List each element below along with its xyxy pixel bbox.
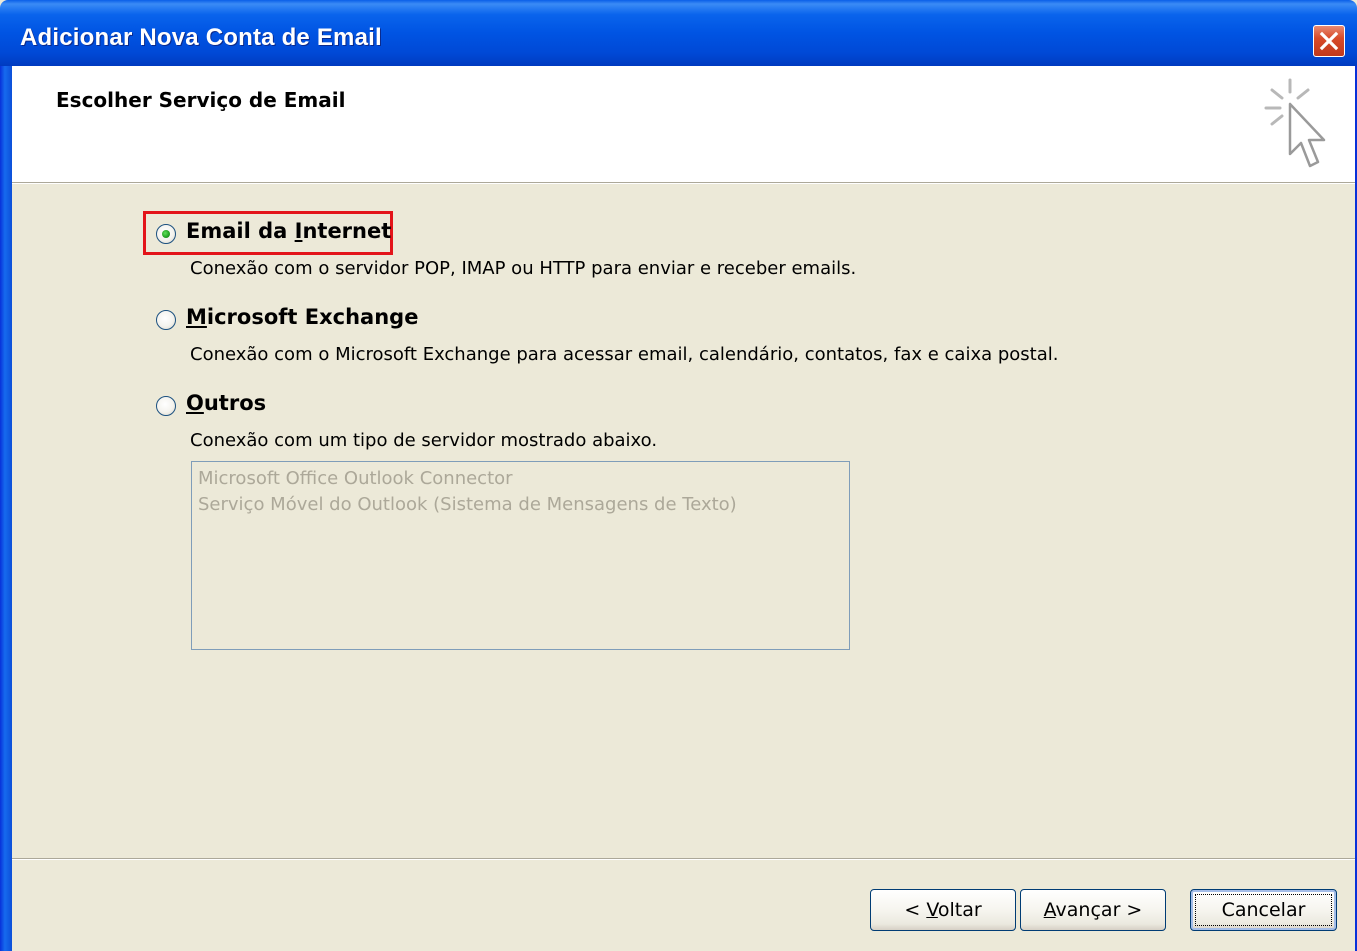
option-label[interactable]: Outros	[186, 391, 266, 415]
close-icon	[1319, 31, 1339, 51]
page-subtitle: Escolher Serviço de Email	[56, 88, 346, 112]
next-button[interactable]: Avançar >	[1020, 889, 1166, 931]
option-internet-email[interactable]: Email da Internet	[156, 219, 396, 250]
option-others[interactable]: Outros	[156, 391, 276, 422]
option-description: Conexão com o servidor POP, IMAP ou HTTP…	[190, 258, 857, 279]
radio-microsoft-exchange[interactable]	[156, 310, 176, 330]
option-microsoft-exchange[interactable]: Microsoft Exchange	[156, 305, 418, 336]
wizard-header: Escolher Serviço de Email	[12, 66, 1355, 182]
window-frame-left	[0, 66, 12, 951]
cancel-button-label: Cancelar	[1221, 899, 1306, 921]
radio-others[interactable]	[156, 396, 176, 416]
radio-internet-email[interactable]	[156, 224, 176, 244]
option-label[interactable]: Email da Internet	[186, 219, 391, 243]
window-title: Adicionar Nova Conta de Email	[20, 24, 382, 51]
title-bar[interactable]: Adicionar Nova Conta de Email	[0, 0, 1357, 66]
cancel-button[interactable]: Cancelar	[1190, 889, 1337, 931]
list-item[interactable]: Serviço Móvel do Outlook (Sistema de Men…	[192, 492, 849, 518]
server-type-listbox[interactable]: Microsoft Office Outlook Connector Servi…	[191, 461, 850, 650]
option-description: Conexão com um tipo de servidor mostrado…	[190, 430, 658, 451]
close-button[interactable]	[1313, 25, 1345, 57]
add-email-account-dialog: Adicionar Nova Conta de Email Escolher S…	[0, 0, 1357, 951]
next-button-label: Avançar >	[1043, 899, 1143, 921]
wizard-sparkle-cursor-icon	[1264, 78, 1326, 168]
back-button-label: < Voltar	[904, 899, 982, 921]
footer-divider	[12, 858, 1355, 860]
option-description: Conexão com o Microsoft Exchange para ac…	[190, 344, 1059, 365]
back-button[interactable]: < Voltar	[870, 889, 1016, 931]
option-label[interactable]: Microsoft Exchange	[186, 305, 418, 329]
list-item[interactable]: Microsoft Office Outlook Connector	[192, 466, 849, 492]
